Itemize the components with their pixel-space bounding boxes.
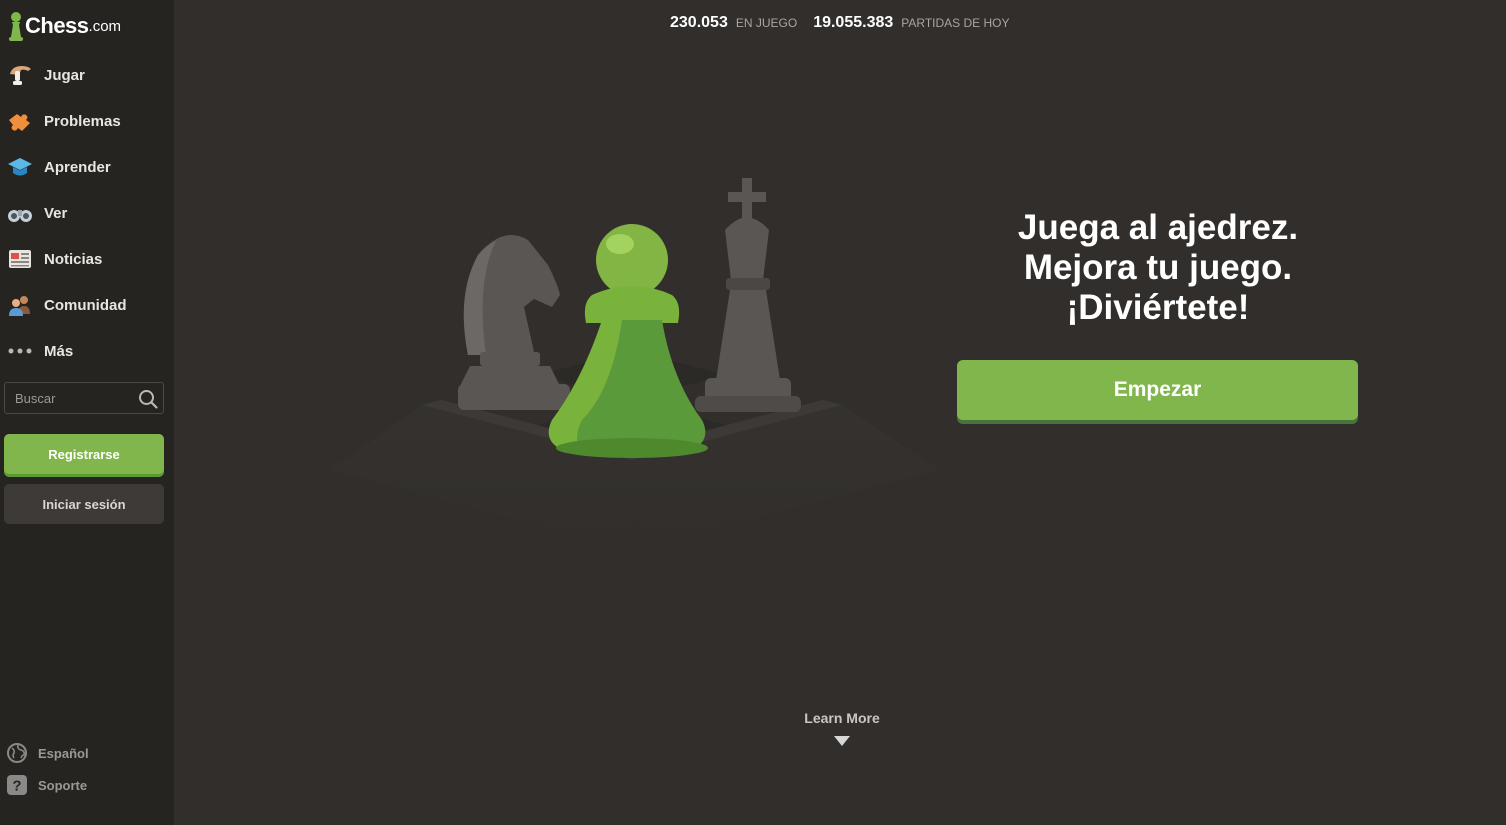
language-link[interactable]: Español xyxy=(6,741,89,765)
live-stats: 230.053 EN JUEGO 19.055.383 PARTIDAS DE … xyxy=(670,14,1026,32)
nav-label: Más xyxy=(44,342,74,360)
learn-more-link[interactable]: Learn More xyxy=(782,710,902,751)
nav-label: Aprender xyxy=(44,158,111,176)
games-today-count: 19.055.383 xyxy=(813,14,894,31)
nav-item-aprender[interactable]: Aprender xyxy=(0,144,174,190)
nav-label: Problemas xyxy=(44,112,121,130)
hero-headline: Juega al ajedrez. Mejora tu juego. ¡Divi… xyxy=(958,208,1358,328)
register-button[interactable]: Registrarse xyxy=(4,434,164,474)
nav-label: Ver xyxy=(44,204,68,222)
svg-text:?: ? xyxy=(12,778,21,795)
nav-item-noticias[interactable]: Noticias xyxy=(0,236,174,282)
chess-logo[interactable]: Chess .com xyxy=(8,10,121,42)
globe-icon xyxy=(7,743,27,763)
chess-pieces-illustration xyxy=(330,178,940,550)
hand-playing-icon xyxy=(6,61,34,89)
support-label: Soporte xyxy=(38,777,88,793)
nav-item-comunidad[interactable]: Comunidad xyxy=(0,282,174,328)
nav-item-jugar[interactable]: Jugar xyxy=(0,52,174,98)
headline-line-2: Mejora tu juego. xyxy=(1023,248,1293,287)
graduation-cap-icon xyxy=(6,153,34,181)
login-button[interactable]: Iniciar sesión xyxy=(4,484,164,524)
pawn-piece xyxy=(548,224,708,458)
nav-item-ver[interactable]: Ver xyxy=(0,190,174,236)
start-button[interactable]: Empezar xyxy=(957,360,1358,420)
learn-more-label: Learn More xyxy=(804,710,880,726)
playing-label: EN JUEGO xyxy=(735,16,798,30)
logo-text: Chess xyxy=(25,13,89,38)
people-icon xyxy=(6,291,34,319)
logo-suffix: .com xyxy=(88,17,122,35)
search-box xyxy=(4,382,164,414)
headline-line-1: Juega al ajedrez. xyxy=(1017,208,1299,247)
binoculars-icon xyxy=(6,199,34,227)
search-icon[interactable] xyxy=(138,389,158,409)
support-link[interactable]: ? Soporte xyxy=(6,773,87,797)
puzzle-icon xyxy=(6,107,34,135)
headline-line-3: ¡Diviértete! xyxy=(1066,288,1250,327)
chevron-down-icon xyxy=(834,736,850,746)
nav-label: Comunidad xyxy=(44,296,127,314)
more-dots-icon xyxy=(6,337,34,365)
language-label: Español xyxy=(38,745,89,761)
newspaper-icon xyxy=(6,245,34,273)
nav-label: Noticias xyxy=(44,250,103,268)
main-nav: Jugar Problemas Aprender Ver Noticias Co… xyxy=(0,52,174,374)
nav-item-problemas[interactable]: Problemas xyxy=(0,98,174,144)
knight-piece xyxy=(458,235,570,410)
nav-item-mas[interactable]: Más xyxy=(0,328,174,374)
playing-count: 230.053 xyxy=(670,14,728,31)
pawn-logo-icon xyxy=(9,12,23,41)
games-today-label: PARTIDAS DE HOY xyxy=(901,16,1010,30)
nav-label: Jugar xyxy=(44,66,85,84)
help-question-icon: ? xyxy=(7,775,27,795)
sidebar: Chess .com Jugar Problemas Aprender Ver … xyxy=(0,0,174,825)
